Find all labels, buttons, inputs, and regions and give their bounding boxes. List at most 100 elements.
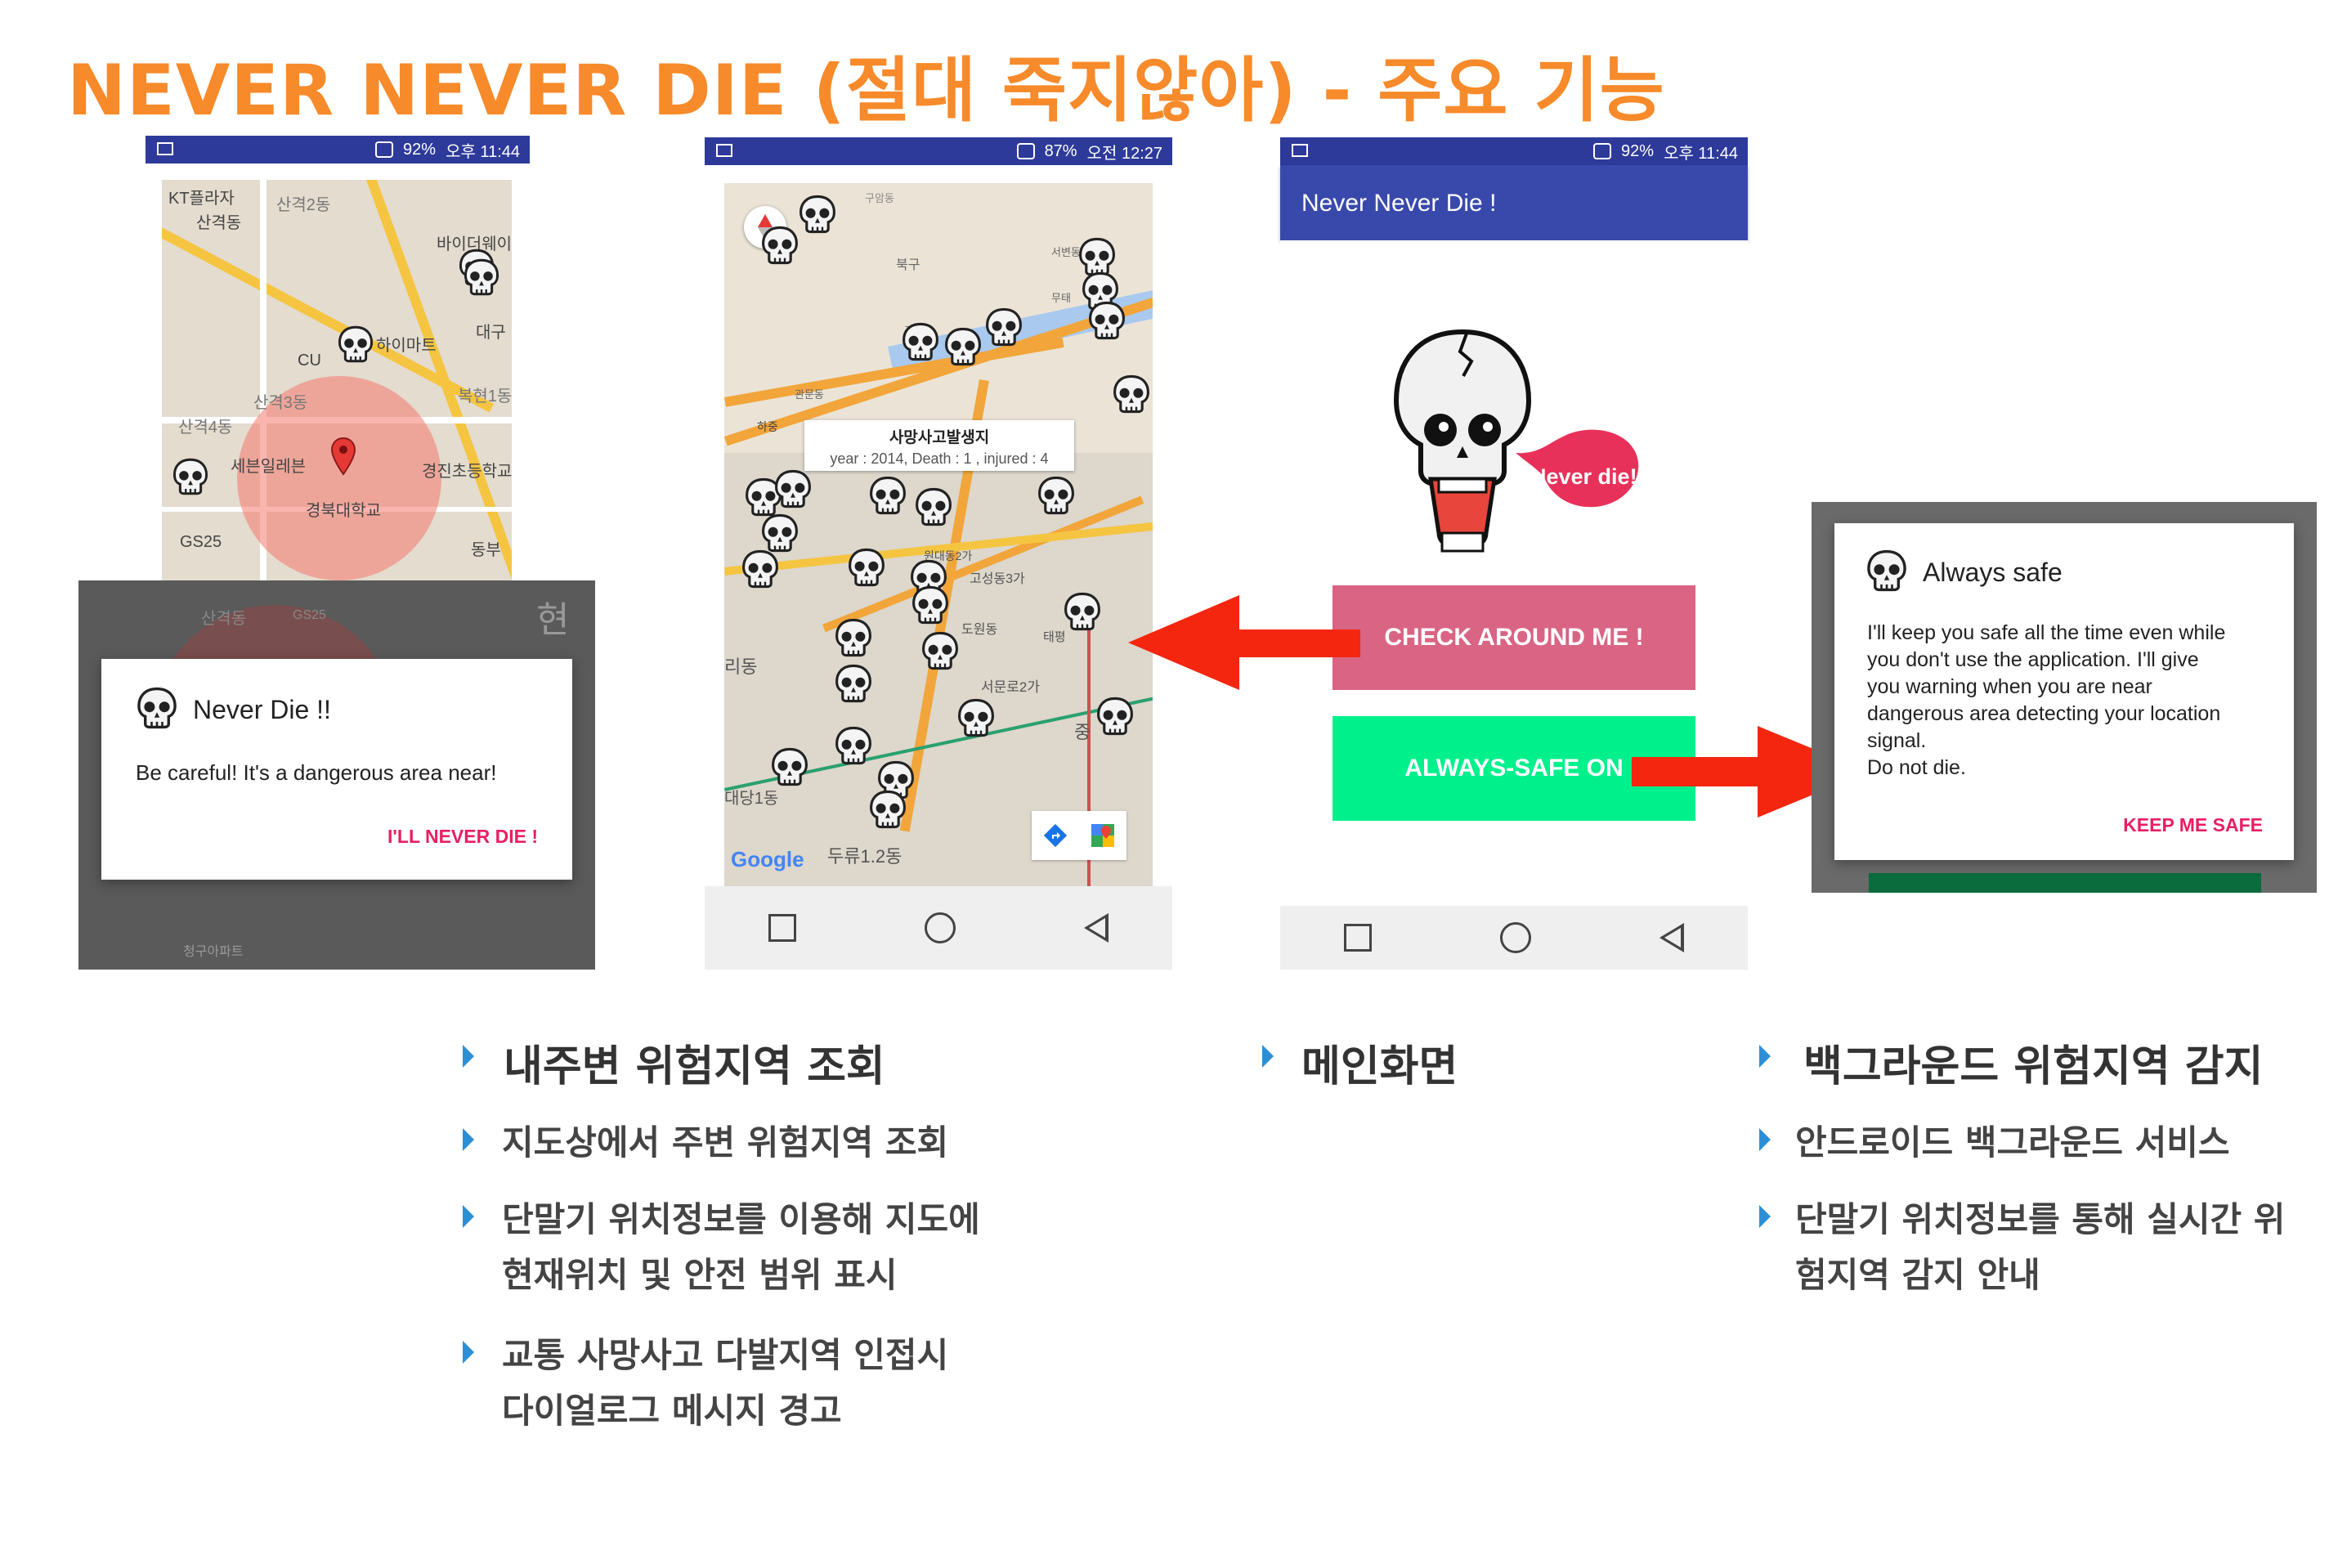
bullet-icon [463,1128,474,1151]
feature-item: 안드로이드 백그라운드 서비스 [1795,1122,2230,1163]
sync-icon [1593,143,1612,159]
skull-icon [1865,549,1908,592]
map-label: 산격4동 [178,419,233,437]
recents-button[interactable] [768,914,797,942]
skull-icon [136,687,178,729]
accident-map-view[interactable]: 북구 구암동 서변동 무태 조야동 관문동 하중 원대동2가 고성동3가 태평 … [724,183,1153,886]
map-label: 관문동 [795,388,824,401]
map-label: 북구 [896,258,920,272]
map-label: 경진초등학교 [422,463,512,481]
bullet-icon [1262,1045,1274,1068]
danger-skull-icon[interactable] [760,226,799,265]
map-label: 세븐일레븐 [231,458,306,476]
map-label: 구암동 [865,192,894,204]
app-bar-title: Never Never Die ! [1301,190,1497,217]
danger-skull-icon[interactable] [760,513,799,553]
clock: 오후 11:44 [1664,144,1738,163]
bullet-icon [1759,1128,1771,1151]
home-button[interactable] [1499,922,1531,953]
danger-skull-icon[interactable] [834,726,873,765]
arrow-left-icon [1128,595,1360,690]
back-button[interactable] [1083,913,1109,943]
dialog-title: Always safe [1923,558,2063,587]
danger-skull-icon[interactable] [901,322,940,361]
danger-skull-icon[interactable] [868,790,907,829]
dialog-message: Be careful! It's a dangerous area near! [136,760,497,785]
home-button[interactable] [924,912,956,943]
map-label: 서변동 [1051,246,1081,258]
status-bar: 92% 오후 11:44 [146,136,530,164]
battery-level: 87% [1044,141,1077,160]
bullet-icon [463,1205,474,1228]
danger-skull-icon[interactable] [463,258,500,296]
clock: 오후 11:44 [446,142,520,161]
clock: 오전 12:27 [1086,144,1162,163]
map-label: 대당1동 [724,790,779,808]
sync-icon [1016,143,1035,159]
danger-skull-icon[interactable] [920,631,960,670]
google-maps-icon[interactable] [1090,822,1116,849]
map-label: 무태 [1051,292,1071,304]
accident-info-popup[interactable]: 사망사고발생지 year : 2014, Death : 1 , injured… [804,420,1074,471]
danger-skull-icon[interactable] [956,698,996,737]
danger-skull-icon[interactable] [1112,374,1151,414]
map-label: GS25 [293,608,326,622]
danger-skull-icon[interactable] [172,458,209,495]
dialog-title: Never Die !! [193,695,331,724]
speech-text: Never die! [1530,464,1637,489]
page-title: NEVER NEVER DIE (절대 죽지않아) - 주요 기능 [67,50,1665,132]
danger-skull-icon[interactable] [1037,476,1076,515]
map-view[interactable]: KT플라자 산격2동 산격동 바이더웨이 하이마트 대구 CU 산격3동 복현1… [162,180,512,584]
check-around-me-button[interactable]: CHECK AROUND ME ! [1332,585,1695,690]
danger-skull-icon[interactable] [798,195,837,234]
danger-skull-icon[interactable] [911,585,950,625]
keep-me-safe-button[interactable]: KEEP ME SAFE [2123,814,2263,836]
danger-skull-icon[interactable] [834,664,873,703]
map-label: 도원동 [961,623,998,637]
map-label: 산격동 [196,214,242,232]
map-label: 복현1동 [458,388,512,405]
danger-skull-icon[interactable] [741,549,780,589]
map-label: 동부 [471,541,501,559]
map-label: 하이마트 [376,337,437,355]
danger-skull-icon[interactable] [1087,301,1126,340]
never-die-button[interactable]: I'LL NEVER DIE ! [387,826,538,848]
recents-button[interactable] [1344,924,1373,952]
popup-detail: year : 2014, Death : 1 , injured : 4 [830,450,1049,467]
feature-item: 단말기 위치정보를 이용해 지도에 현재위치 및 안전 범위 표시 [502,1199,980,1295]
section-heading-nearby: 내주변 위험지역 조회 [504,1042,885,1091]
status-bar: 87% 오전 12:27 [705,137,1172,165]
danger-skull-icon[interactable] [984,307,1023,347]
section-heading-background: 백그라운드 위험지역 감지 [1803,1042,2264,1091]
feature-item: 교통 사망사고 다발지역 인접시 다이얼로그 메시지 경고 [502,1335,949,1431]
danger-skull-icon[interactable] [914,487,953,526]
danger-skull-icon[interactable] [770,747,809,786]
danger-skull-icon[interactable] [1095,697,1135,736]
directions-icon[interactable] [1043,823,1068,848]
always-safe-dialog: Always safe I'll keep you safe all the t… [1834,523,2294,860]
danger-skull-icon[interactable] [1063,592,1102,631]
feature-item: 지도상에서 주변 위험지역 조회 [502,1122,949,1163]
sync-icon [375,141,394,158]
image-icon [1292,144,1308,157]
battery-level: 92% [403,140,437,159]
map-label: 경북대학교 [306,502,381,520]
map-label: GS25 [180,533,222,551]
bullet-icon [1759,1205,1771,1228]
location-pin-icon [330,437,356,476]
map-label: 산격2동 [276,196,331,214]
danger-skull-icon[interactable] [834,618,873,657]
danger-skull-icon[interactable] [1077,237,1117,276]
feature-item: 단말기 위치정보를 통해 실시간 위 험지역 감지 안내 [1795,1199,2286,1295]
map-label: 산격3동 [253,394,308,412]
app-bar: Never Never Die ! [1280,165,1748,240]
bullet-icon [1759,1045,1771,1068]
back-button[interactable] [1659,923,1684,952]
danger-skull-icon[interactable] [847,548,886,587]
danger-skull-icon[interactable] [337,325,374,363]
danger-skull-icon[interactable] [943,327,983,366]
danger-skull-icon[interactable] [773,469,813,508]
map-label: 하중 [757,420,778,433]
map-label: 리동 [724,656,758,677]
danger-skull-icon[interactable] [868,476,907,515]
